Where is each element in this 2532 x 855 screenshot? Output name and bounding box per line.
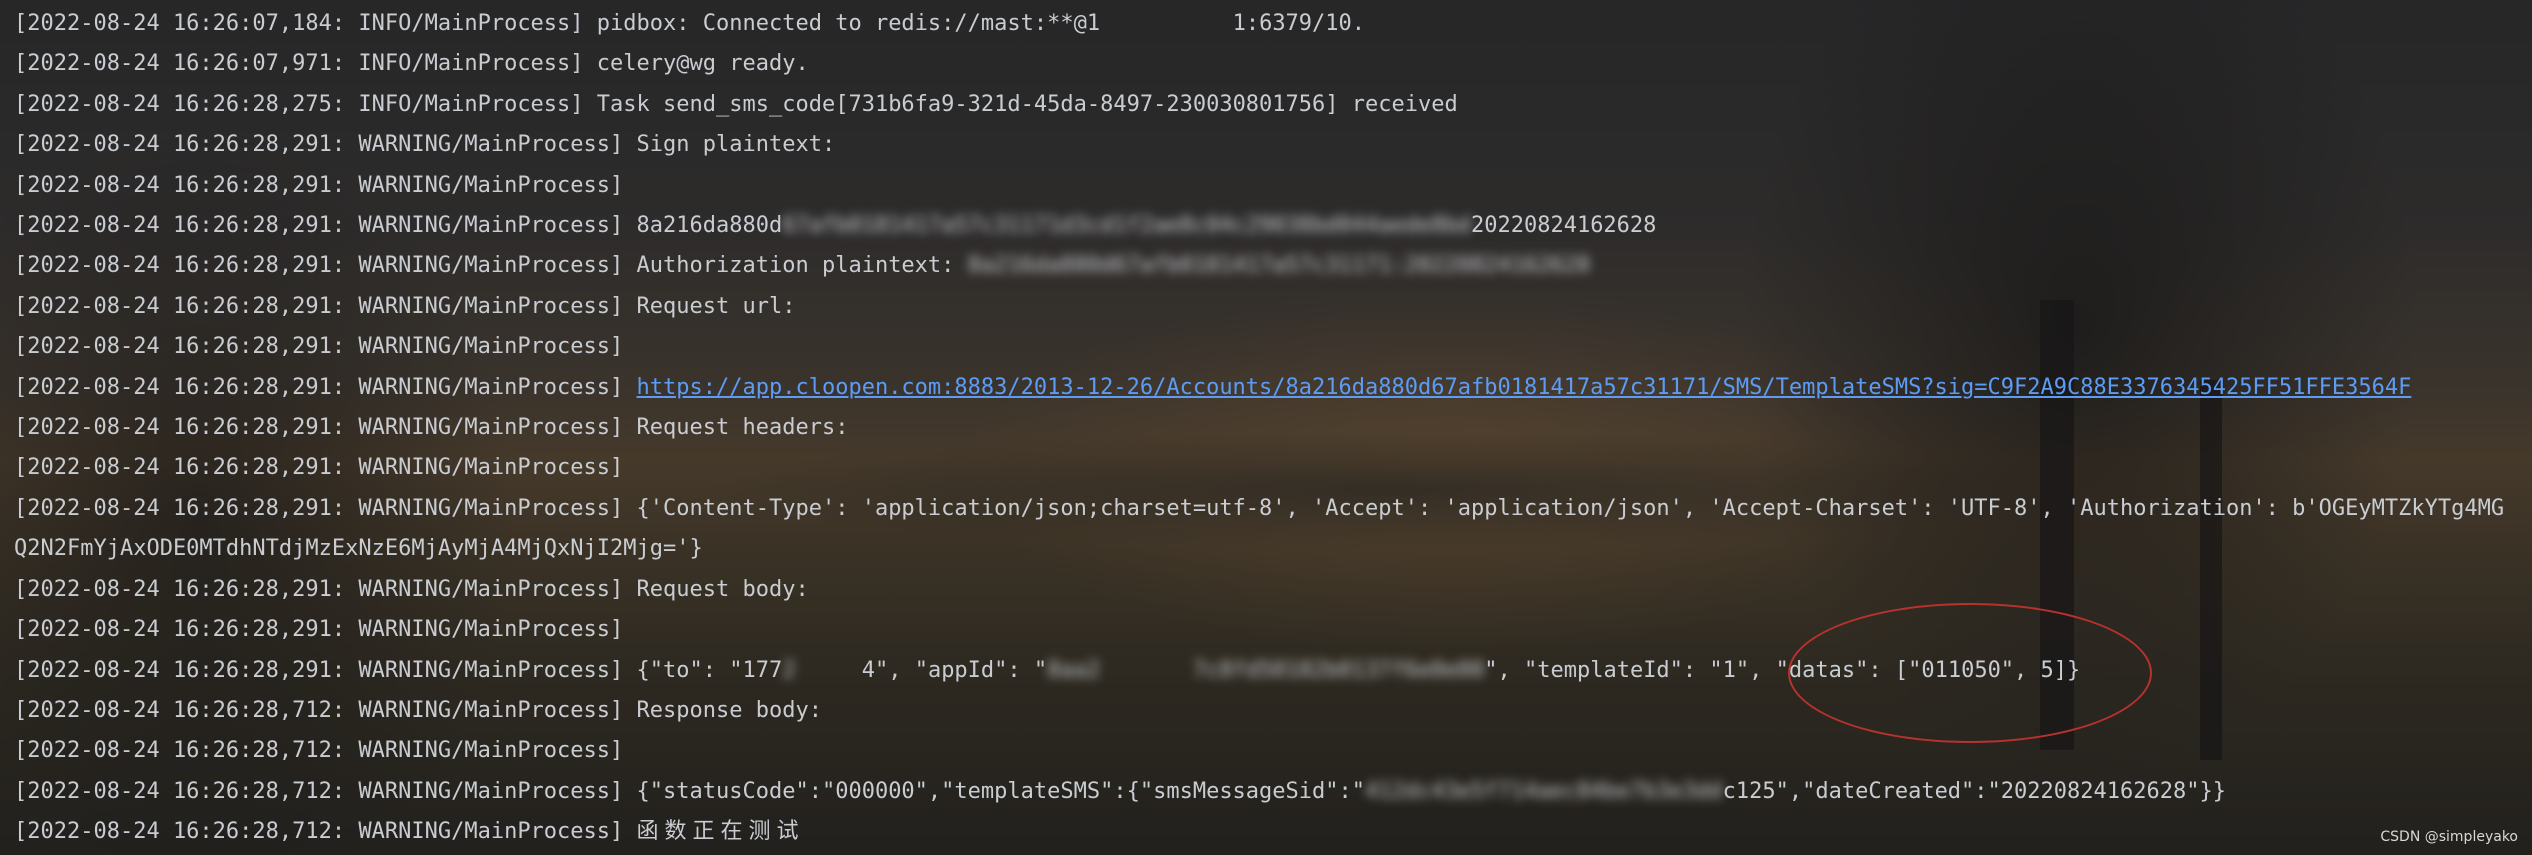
log-message: Response body: [636,697,822,723]
log-line: [2022-08-24 16:26:28,275: INFO/MainProce… [14,85,2514,125]
redacted-text [1100,4,1232,44]
log-prefix: [2022-08-24 16:26:07,184: INFO/MainProce… [14,11,597,36]
log-message: Request headers: [636,415,849,441]
log-line: [2022-08-24 16:26:28,291: WARNING/MainPr… [14,489,2514,570]
log-message: Sign plaintext: [636,132,836,158]
redacted-text: 8aa2 7c8fd50182b0137f6e0e00 [1047,657,1485,683]
log-line: [2022-08-24 16:26:28,712: WARNING/MainPr… [14,812,2514,852]
log-line: [2022-08-24 16:26:28,291: WARNING/MainPr… [14,166,2514,206]
log-prefix: [2022-08-24 16:26:28,291: WARNING/MainPr… [14,617,624,643]
log-prefix: [2022-08-24 16:26:28,291: WARNING/MainPr… [14,495,637,521]
log-message: {"to": "177 [636,657,783,683]
log-message: 函数正在测试 [636,819,805,845]
log-prefix: [2022-08-24 16:26:28,291: WARNING/MainPr… [14,576,637,602]
log-line: [2022-08-24 16:26:28,291: WARNING/MainPr… [14,610,2514,650]
log-prefix: [2022-08-24 16:26:07,971: INFO/MainProce… [14,51,597,77]
log-message: celery@wg ready. [596,51,809,77]
log-message: {"statusCode":"000000","templateSMS":{"s… [636,778,1366,804]
log-prefix: [2022-08-24 16:26:28,291: WARNING/MainPr… [14,293,637,319]
redacted-text: 412dc43e5f714aec84be7b3e3dd [1365,778,1723,804]
log-line: [2022-08-24 16:26:28,291: WARNING/MainPr… [14,206,2514,246]
log-prefix: [2022-08-24 16:26:28,291: WARNING/MainPr… [14,334,624,360]
log-prefix: [2022-08-24 16:26:28,712: WARNING/MainPr… [14,738,624,764]
request-url-link[interactable]: https://app.cloopen.com:8883/2013-12-26/… [637,375,2412,400]
log-line: [2022-08-24 16:26:28,291: WARNING/MainPr… [14,125,2514,165]
log-line: [2022-08-24 16:26:28,712: WARNING/MainPr… [14,731,2514,771]
log-message: c125","dateCreated":"20220824162628"}} [1722,778,2226,804]
console-log: [2022-08-24 16:26:07,184: INFO/MainProce… [14,4,2514,853]
log-message: 8a216da880d [636,213,783,239]
redacted-text: 8a216da880d67afb0181417a57c31171:2022082… [967,253,1591,279]
log-line: [2022-08-24 16:26:28,291: WARNING/MainPr… [14,448,2514,488]
log-line: [2022-08-24 16:26:28,291: WARNING/MainPr… [14,368,2514,408]
log-line: [2022-08-24 16:26:28,291: WARNING/MainPr… [14,408,2514,448]
redacted-text: 2 [782,657,862,683]
log-message: pidbox: Connected to redis://mast:**@1 [596,11,1101,36]
log-prefix: [2022-08-24 16:26:28,275: INFO/MainProce… [14,91,597,117]
log-prefix: [2022-08-24 16:26:28,712: WARNING/MainPr… [14,778,637,804]
log-message: 20220824162628 [1470,213,1657,239]
log-prefix: [2022-08-24 16:26:28,291: WARNING/MainPr… [14,455,624,481]
log-line: [2022-08-24 16:26:28,291: WARNING/MainPr… [14,246,2514,286]
log-message: Authorization plaintext: [636,253,968,279]
log-message: Request body: [636,576,809,602]
log-prefix: [2022-08-24 16:26:28,291: WARNING/MainPr… [14,415,637,441]
log-prefix: [2022-08-24 16:26:28,712: WARNING/MainPr… [14,697,637,723]
redacted-text: 67afb0181417a57c31171d3cd1f2ae8c04c29038… [782,213,1471,239]
log-prefix: [2022-08-24 16:26:28,712: WARNING/MainPr… [14,819,637,845]
log-line: [2022-08-24 16:26:07,971: INFO/MainProce… [14,44,2514,84]
log-line: [2022-08-24 16:26:28,291: WARNING/MainPr… [14,287,2514,327]
watermark: CSDN @simpleyako [2380,829,2518,845]
log-prefix: [2022-08-24 16:26:28,291: WARNING/MainPr… [14,132,637,158]
annotation-circle [1788,603,2152,743]
log-prefix: [2022-08-24 16:26:28,291: WARNING/MainPr… [14,374,637,400]
log-message: Request url: [636,293,796,319]
log-line: [2022-08-24 16:26:28,712: WARNING/MainPr… [14,772,2514,812]
log-prefix: [2022-08-24 16:26:28,291: WARNING/MainPr… [14,657,637,683]
log-line: [2022-08-24 16:26:07,184: INFO/MainProce… [14,4,2514,44]
log-line: [2022-08-24 16:26:28,291: WARNING/MainPr… [14,327,2514,367]
log-prefix: [2022-08-24 16:26:28,291: WARNING/MainPr… [14,213,637,239]
log-line: [2022-08-24 16:26:28,291: WARNING/MainPr… [14,570,2514,610]
log-message: 1:6379/10. [1232,11,1366,36]
log-prefix: [2022-08-24 16:26:28,291: WARNING/MainPr… [14,253,637,279]
log-message: Task send_sms_code[731b6fa9-321d-45da-84… [596,91,1458,117]
log-message: 4", "appId": " [861,657,1048,683]
log-prefix: [2022-08-24 16:26:28,291: WARNING/MainPr… [14,172,624,198]
